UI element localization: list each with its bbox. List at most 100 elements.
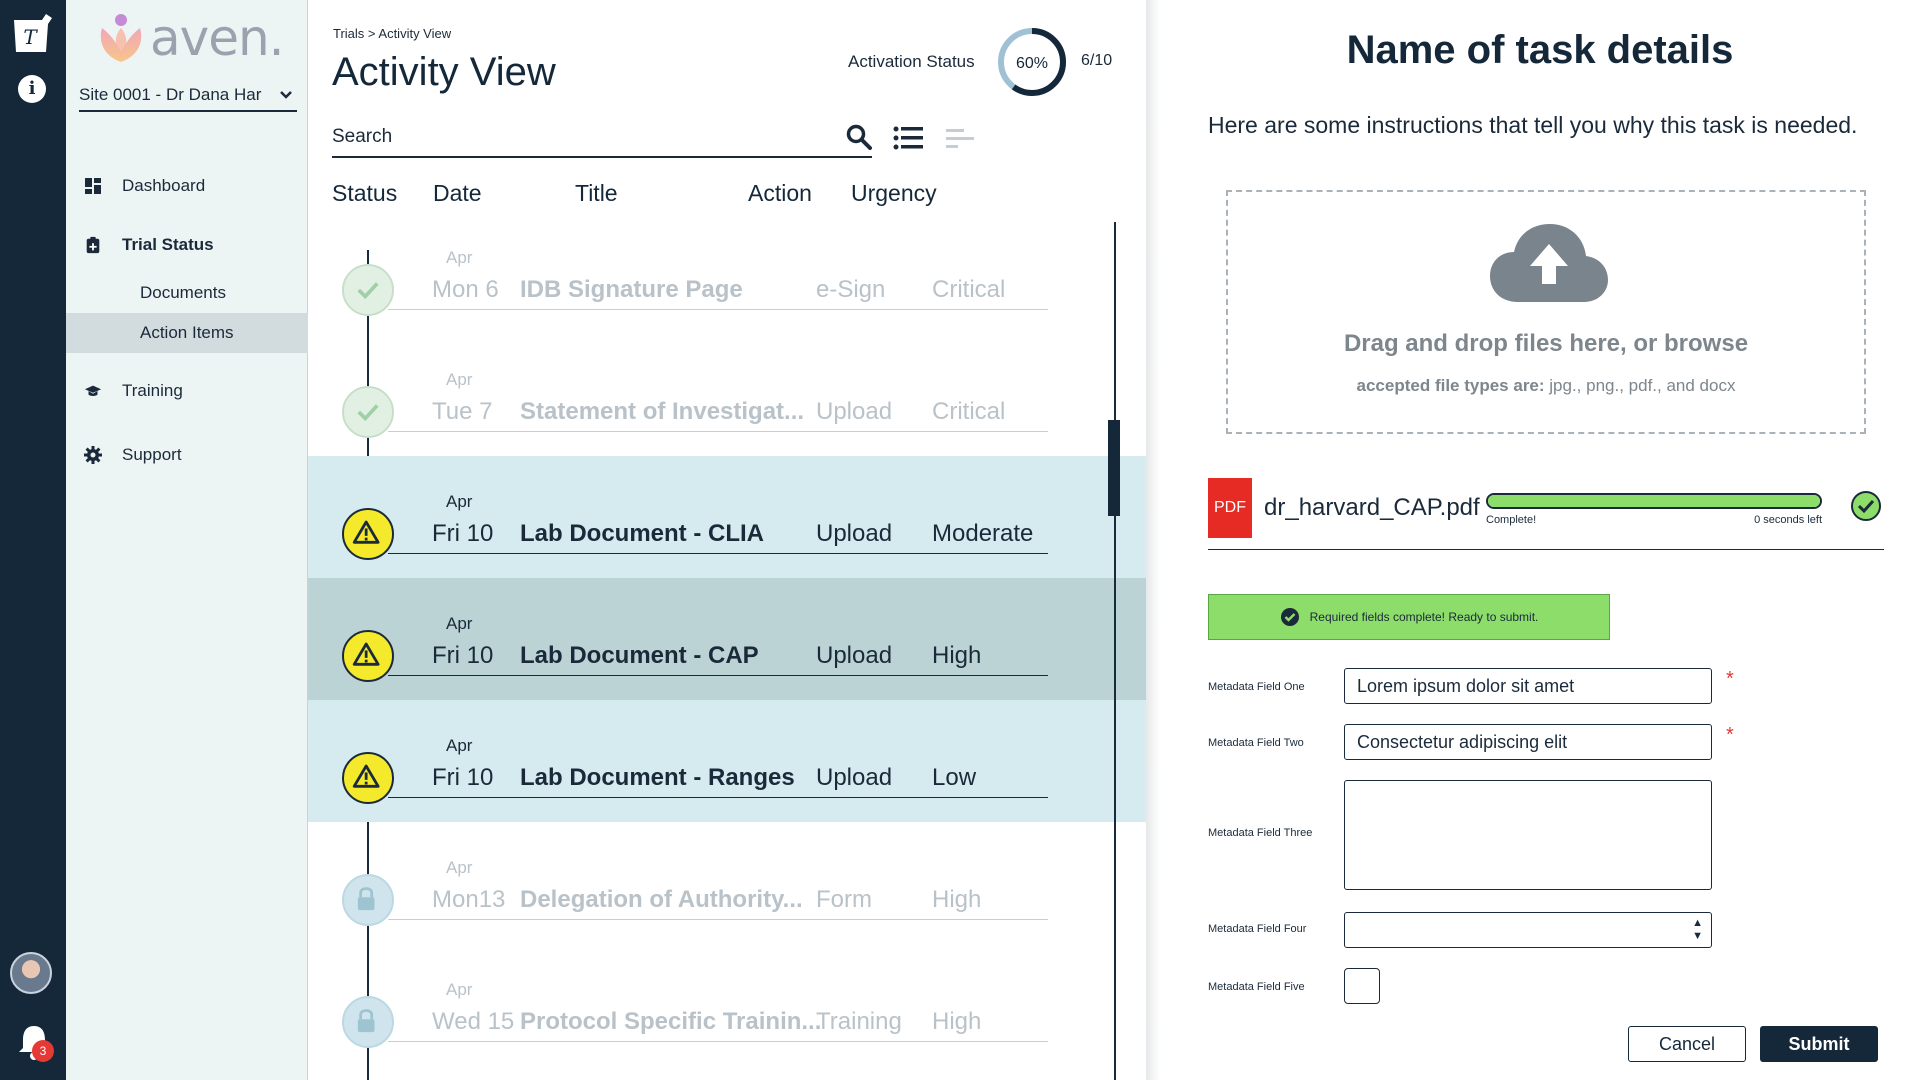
row-action: Upload [816, 398, 893, 425]
field-one-input[interactable] [1344, 668, 1712, 704]
activity-row[interactable]: Apr Fri 10 Lab Document - Ranges Upload Low [308, 700, 1146, 822]
upload-complete-check-icon [1851, 491, 1881, 521]
row-month: Apr [446, 736, 473, 755]
sidebar: aven. Site 0001 - Dr Dana Har Dashboard … [66, 0, 308, 1080]
cancel-button[interactable]: Cancel [1628, 1026, 1746, 1062]
row-month: Apr [446, 370, 473, 389]
accepted-file-types: accepted file types are: jpg., png., pdf… [1228, 376, 1864, 396]
ready-banner: Required fields complete! Ready to submi… [1208, 594, 1610, 640]
clipboard-plus-icon [86, 236, 100, 254]
field-five-label: Metadata Field Five [1208, 981, 1305, 993]
scrollbar-thumb[interactable] [1108, 420, 1120, 516]
sidebar-item-action-items[interactable]: Action Items [66, 313, 308, 353]
row-urgency: Moderate [932, 520, 1034, 547]
upload-progress-bar [1486, 493, 1822, 509]
avatar[interactable] [10, 952, 52, 994]
field-five-checkbox[interactable] [1344, 968, 1380, 1004]
row-divider [388, 675, 1048, 676]
dropzone-text[interactable]: Drag and drop files here, or browse [1228, 330, 1864, 358]
activity-row[interactable]: Apr Fri 10 Lab Document - CLIA Upload Modera… [308, 456, 1146, 578]
graduation-cap-icon [84, 385, 102, 396]
field-three-label: Metadata Field Three [1208, 827, 1313, 839]
row-day: Fri 10 [432, 520, 494, 547]
file-dropzone[interactable]: Drag and drop files here, or browse acce… [1226, 190, 1866, 434]
status-indicator [342, 630, 394, 682]
task-details-panel: Name of task details Here are some instr… [1160, 0, 1920, 1080]
check-icon [357, 404, 379, 422]
panel-instructions: Here are some instructions that tell you… [1208, 112, 1858, 138]
row-title: Delegation of Authority... [520, 886, 803, 913]
search-input[interactable] [332, 126, 792, 148]
sidebar-item-label: Documents [140, 283, 226, 302]
sidebar-item-documents[interactable]: Documents [66, 273, 308, 313]
list-view-icon[interactable] [893, 124, 925, 152]
field-two-required-mark: * [1726, 724, 1734, 746]
ready-message: Required fields complete! Ready to submi… [1309, 610, 1539, 624]
activity-row[interactable]: Apr Wed 15 Protocol Specific Trainin... Tra… [308, 944, 1146, 1066]
check-icon [357, 282, 379, 300]
sidebar-nav: Dashboard Trial Status Documents Action … [66, 155, 308, 487]
column-header-title[interactable]: Title [575, 180, 618, 207]
row-action: Training [816, 1008, 902, 1035]
brand-logo: aven. [96, 8, 296, 68]
row-divider [388, 1041, 1048, 1042]
row-action: Form [816, 886, 872, 913]
scrollbar-track[interactable] [1114, 222, 1116, 1080]
warning-triangle-icon [352, 520, 380, 544]
nav-rail: 𝑇 i 3 [0, 0, 66, 1080]
row-title: Lab Document - CAP [520, 642, 759, 669]
gear-icon [84, 446, 102, 464]
row-month: Apr [446, 614, 473, 633]
lock-icon [357, 1009, 375, 1033]
field-three-textarea[interactable] [1344, 780, 1712, 890]
row-month: Apr [446, 858, 473, 877]
brand-wordmark: aven. [150, 9, 285, 67]
row-urgency: High [932, 1008, 982, 1035]
row-title: Lab Document - Ranges [520, 764, 795, 791]
row-divider [388, 797, 1048, 798]
activity-row[interactable]: Apr Mon13 Delegation of Authority... Form Hi… [308, 822, 1146, 944]
activity-row[interactable]: Apr Mon 6 IDB Signature Page e-Sign Critical [308, 212, 1146, 334]
activity-row[interactable]: Apr Fri 10 Lab Document - CAP Upload High [308, 578, 1146, 700]
search-icon[interactable] [846, 124, 872, 150]
activation-percent: 60% [1016, 55, 1048, 72]
row-urgency: Low [932, 764, 977, 791]
row-title: Lab Document - CLIA [520, 520, 764, 547]
sidebar-item-label: Trial Status [122, 235, 214, 254]
select-arrows-icon: ▲ ▼ [1692, 917, 1703, 942]
status-indicator [342, 508, 394, 560]
dashboard-grid-icon [85, 178, 101, 194]
info-icon[interactable]: i [18, 75, 46, 103]
app-logo-icon[interactable]: 𝑇 [8, 10, 56, 58]
field-four-select[interactable]: ▲ ▼ [1344, 912, 1712, 948]
row-day: Mon13 [432, 886, 506, 913]
row-divider [388, 553, 1048, 554]
column-header-status[interactable]: Status [332, 180, 397, 207]
row-action: e-Sign [816, 276, 886, 303]
pdf-file-icon: PDF [1208, 478, 1252, 538]
site-selector[interactable]: Site 0001 - Dr Dana Har [79, 80, 297, 112]
lotus-icon [100, 14, 142, 62]
submit-button[interactable]: Submit [1760, 1026, 1878, 1062]
field-two-input[interactable] [1344, 724, 1712, 760]
status-indicator [342, 264, 394, 316]
timeline-view-icon[interactable] [944, 124, 976, 152]
activity-row[interactable]: Apr Tue 7 Statement of Investigat... Upload… [308, 334, 1146, 456]
row-day: Tue 7 [432, 398, 493, 425]
column-header-date[interactable]: Date [433, 180, 482, 207]
row-action: Upload [816, 520, 893, 547]
uploaded-file-row: PDF dr_harvard_CAP.pdf Complete! 0 secon… [1208, 478, 1884, 550]
field-two-label: Metadata Field Two [1208, 737, 1304, 749]
activity-list-pane: Trials > Activity View Activity View Act… [308, 0, 1146, 1080]
status-indicator [342, 874, 394, 926]
column-header-action[interactable]: Action [748, 180, 812, 207]
sidebar-item-training[interactable]: Training [66, 359, 308, 423]
row-divider [388, 309, 1048, 310]
sidebar-item-trial-status[interactable]: Trial Status [66, 217, 308, 273]
panel-title: Name of task details [1346, 28, 1734, 72]
row-action: Upload [816, 764, 893, 791]
sidebar-item-dashboard[interactable]: Dashboard [66, 155, 308, 217]
column-header-urgency[interactable]: Urgency [851, 180, 937, 207]
sidebar-item-support[interactable]: Support [66, 423, 308, 487]
breadcrumb[interactable]: Trials > Activity View [333, 26, 451, 41]
